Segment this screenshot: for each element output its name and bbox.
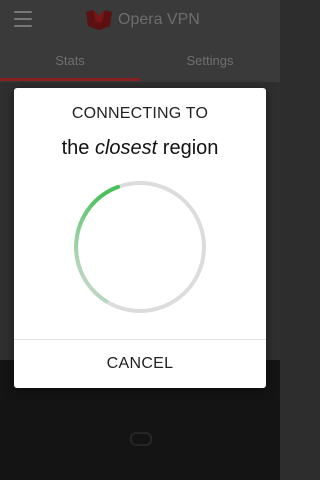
spinner-arc [74,184,121,304]
subheading-emphasis: closest [94,137,158,159]
cancel-button[interactable]: CANCEL [14,340,266,388]
hamburger-menu-icon[interactable] [14,11,32,27]
app-title: Opera VPN [118,11,200,28]
tab-bar: Stats Settings [0,40,280,82]
dialog-subheading: the closest region [14,137,266,160]
dialog-heading: CONNECTING TO [71,105,209,122]
power-toggle-icon [130,432,152,446]
app-header: Opera VPN [0,0,280,40]
opera-vpn-logo [86,10,112,30]
tab-stats[interactable]: Stats [0,40,140,82]
app-brand: Opera VPN [84,8,200,32]
subheading-prefix: the [61,137,90,159]
subheading-suffix: region [162,137,219,159]
connecting-dialog: CONNECTING TO the closest region CANCEL [14,88,266,388]
tab-settings[interactable]: Settings [140,40,280,82]
loading-spinner [74,181,206,313]
